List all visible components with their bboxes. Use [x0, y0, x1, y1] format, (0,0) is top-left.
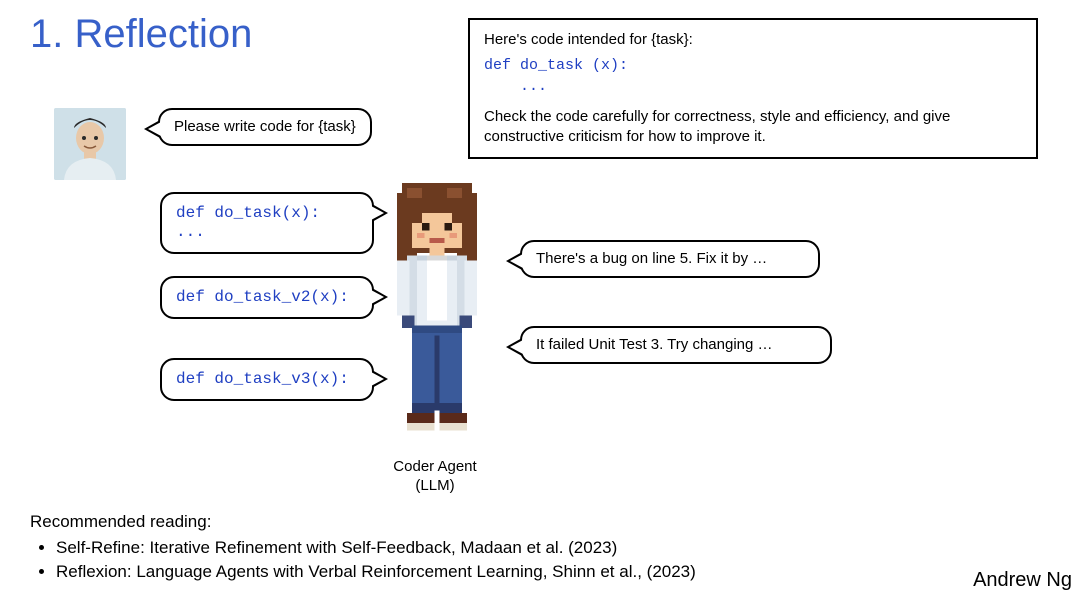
code-bubble-v2-text: def do_task_v2(x): [176, 288, 349, 306]
code-bubble-v1-text: def do_task(x): ... [176, 204, 320, 241]
code-bubble-v3: def do_task_v3(x): [160, 358, 374, 401]
agent-label-line2: (LLM) [360, 477, 510, 496]
slide-title: 1. Reflection [30, 12, 252, 57]
code-bubble-v1: def do_task(x): ... [160, 192, 374, 254]
user-request-bubble: Please write code for {task} [158, 108, 372, 146]
feedback-bubble-1: There's a bug on line 5. Fix it by … [520, 240, 820, 278]
user-avatar [54, 108, 126, 180]
user-request-text: Please write code for {task} [174, 118, 356, 135]
code-bubble-v3-text: def do_task_v3(x): [176, 370, 349, 388]
prompt-instruction-text: Check the code carefully for correctness… [484, 107, 1022, 148]
reading-list: Self-Refine: Iterative Refinement with S… [30, 536, 696, 584]
author-credit: Andrew Ng [973, 569, 1072, 592]
coder-agent-illustration [382, 178, 492, 453]
reading-heading: Recommended reading: [30, 510, 696, 534]
reading-item: Self-Refine: Iterative Refinement with S… [56, 536, 696, 560]
feedback-bubble-2: It failed Unit Test 3. Try changing … [520, 326, 832, 364]
slide: 1. Reflection Here's code intended for {… [0, 0, 1080, 598]
code-bubble-v2: def do_task_v2(x): [160, 276, 374, 319]
prompt-code-snippet: def do_task (x): ... [484, 56, 1022, 97]
feedback-bubble-1-text: There's a bug on line 5. Fix it by … [536, 250, 767, 267]
coder-agent-label: Coder Agent (LLM) [360, 458, 510, 496]
agent-label-line1: Coder Agent [360, 458, 510, 477]
reading-item: Reflexion: Language Agents with Verbal R… [56, 560, 696, 584]
prompt-intro-text: Here's code intended for {task}: [484, 30, 1022, 50]
feedback-bubble-2-text: It failed Unit Test 3. Try changing … [536, 336, 773, 353]
recommended-reading: Recommended reading: Self-Refine: Iterat… [30, 510, 696, 583]
reflection-prompt-box: Here's code intended for {task}: def do_… [468, 18, 1038, 159]
